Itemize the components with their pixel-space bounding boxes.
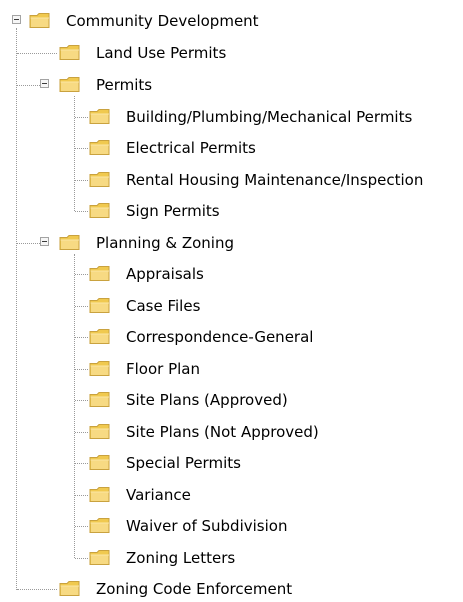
tree-node-correspondence-general[interactable]: Correspondence-General <box>0 324 360 350</box>
collapse-toggle-icon[interactable] <box>12 15 21 24</box>
folder-icon <box>89 392 110 407</box>
node-label: Floor Plan <box>126 360 200 378</box>
folder-icon <box>89 455 110 470</box>
node-label: Community Development <box>66 12 259 30</box>
node-label: Variance <box>126 486 191 504</box>
tree-node-zoning-code-enforcement[interactable]: Zoning Code Enforcement <box>0 576 340 602</box>
node-label: Land Use Permits <box>96 44 227 62</box>
tree-node-floor-plan[interactable]: Floor Plan <box>0 356 240 382</box>
tree-node-waiver-of-subdivision[interactable]: Waiver of Subdivision <box>0 513 340 539</box>
collapse-toggle-icon[interactable] <box>40 79 49 88</box>
tree-node-permits[interactable]: Permits <box>0 72 200 98</box>
folder-icon <box>89 109 110 124</box>
tree-node-zoning-letters[interactable]: Zoning Letters <box>0 545 280 571</box>
folder-icon <box>59 77 80 92</box>
tree-node-building-permits[interactable]: Building/Plumbing/Mechanical Permits <box>0 104 463 130</box>
tree-node-case-files[interactable]: Case Files <box>0 293 240 319</box>
node-label: Building/Plumbing/Mechanical Permits <box>126 108 413 126</box>
folder-icon <box>89 550 110 565</box>
folder-icon <box>89 140 110 155</box>
node-label: Planning & Zoning <box>96 234 235 252</box>
node-label: Permits <box>96 76 153 94</box>
tree-node-special-permits[interactable]: Special Permits <box>0 450 280 476</box>
folder-icon <box>89 172 110 187</box>
collapse-toggle-icon[interactable] <box>40 237 49 246</box>
tree-node-planning-zoning[interactable]: Planning & Zoning <box>0 230 280 256</box>
folder-icon <box>89 329 110 344</box>
tree-node-appraisals[interactable]: Appraisals <box>0 261 240 287</box>
tree-node-rental-housing[interactable]: Rental Housing Maintenance/Inspection <box>0 167 463 193</box>
folder-icon <box>59 235 80 250</box>
node-label: Special Permits <box>126 454 241 472</box>
tree-node-site-plans-approved[interactable]: Site Plans (Approved) <box>0 387 320 413</box>
folder-icon <box>89 266 110 281</box>
node-label: Site Plans (Not Approved) <box>126 423 319 441</box>
node-label: Appraisals <box>126 265 204 283</box>
node-label: Zoning Code Enforcement <box>96 580 293 598</box>
tree-node-land-use-permits[interactable]: Land Use Permits <box>0 40 260 66</box>
folder-icon <box>59 45 80 60</box>
node-label: Case Files <box>126 297 201 315</box>
tree-node-sign-permits[interactable]: Sign Permits <box>0 198 260 224</box>
tree-node-community-development[interactable]: Community Development <box>0 8 300 34</box>
folder-icon <box>89 487 110 502</box>
tree-node-variance[interactable]: Variance <box>0 482 240 508</box>
folder-icon <box>89 361 110 376</box>
node-label: Correspondence-General <box>126 328 314 346</box>
folder-icon <box>59 581 80 596</box>
folder-icon <box>89 203 110 218</box>
folder-icon <box>29 13 50 28</box>
node-label: Waiver of Subdivision <box>126 517 288 535</box>
tree-node-electrical-permits[interactable]: Electrical Permits <box>0 135 300 161</box>
folder-tree: Community Development Land Use Permits P… <box>0 0 463 602</box>
node-label: Zoning Letters <box>126 549 236 567</box>
node-label: Sign Permits <box>126 202 220 220</box>
folder-icon <box>89 298 110 313</box>
node-label: Site Plans (Approved) <box>126 391 288 409</box>
folder-icon <box>89 518 110 533</box>
tree-node-site-plans-not-approved[interactable]: Site Plans (Not Approved) <box>0 419 360 445</box>
node-label: Rental Housing Maintenance/Inspection <box>126 171 424 189</box>
node-label: Electrical Permits <box>126 139 256 157</box>
folder-icon <box>89 424 110 439</box>
